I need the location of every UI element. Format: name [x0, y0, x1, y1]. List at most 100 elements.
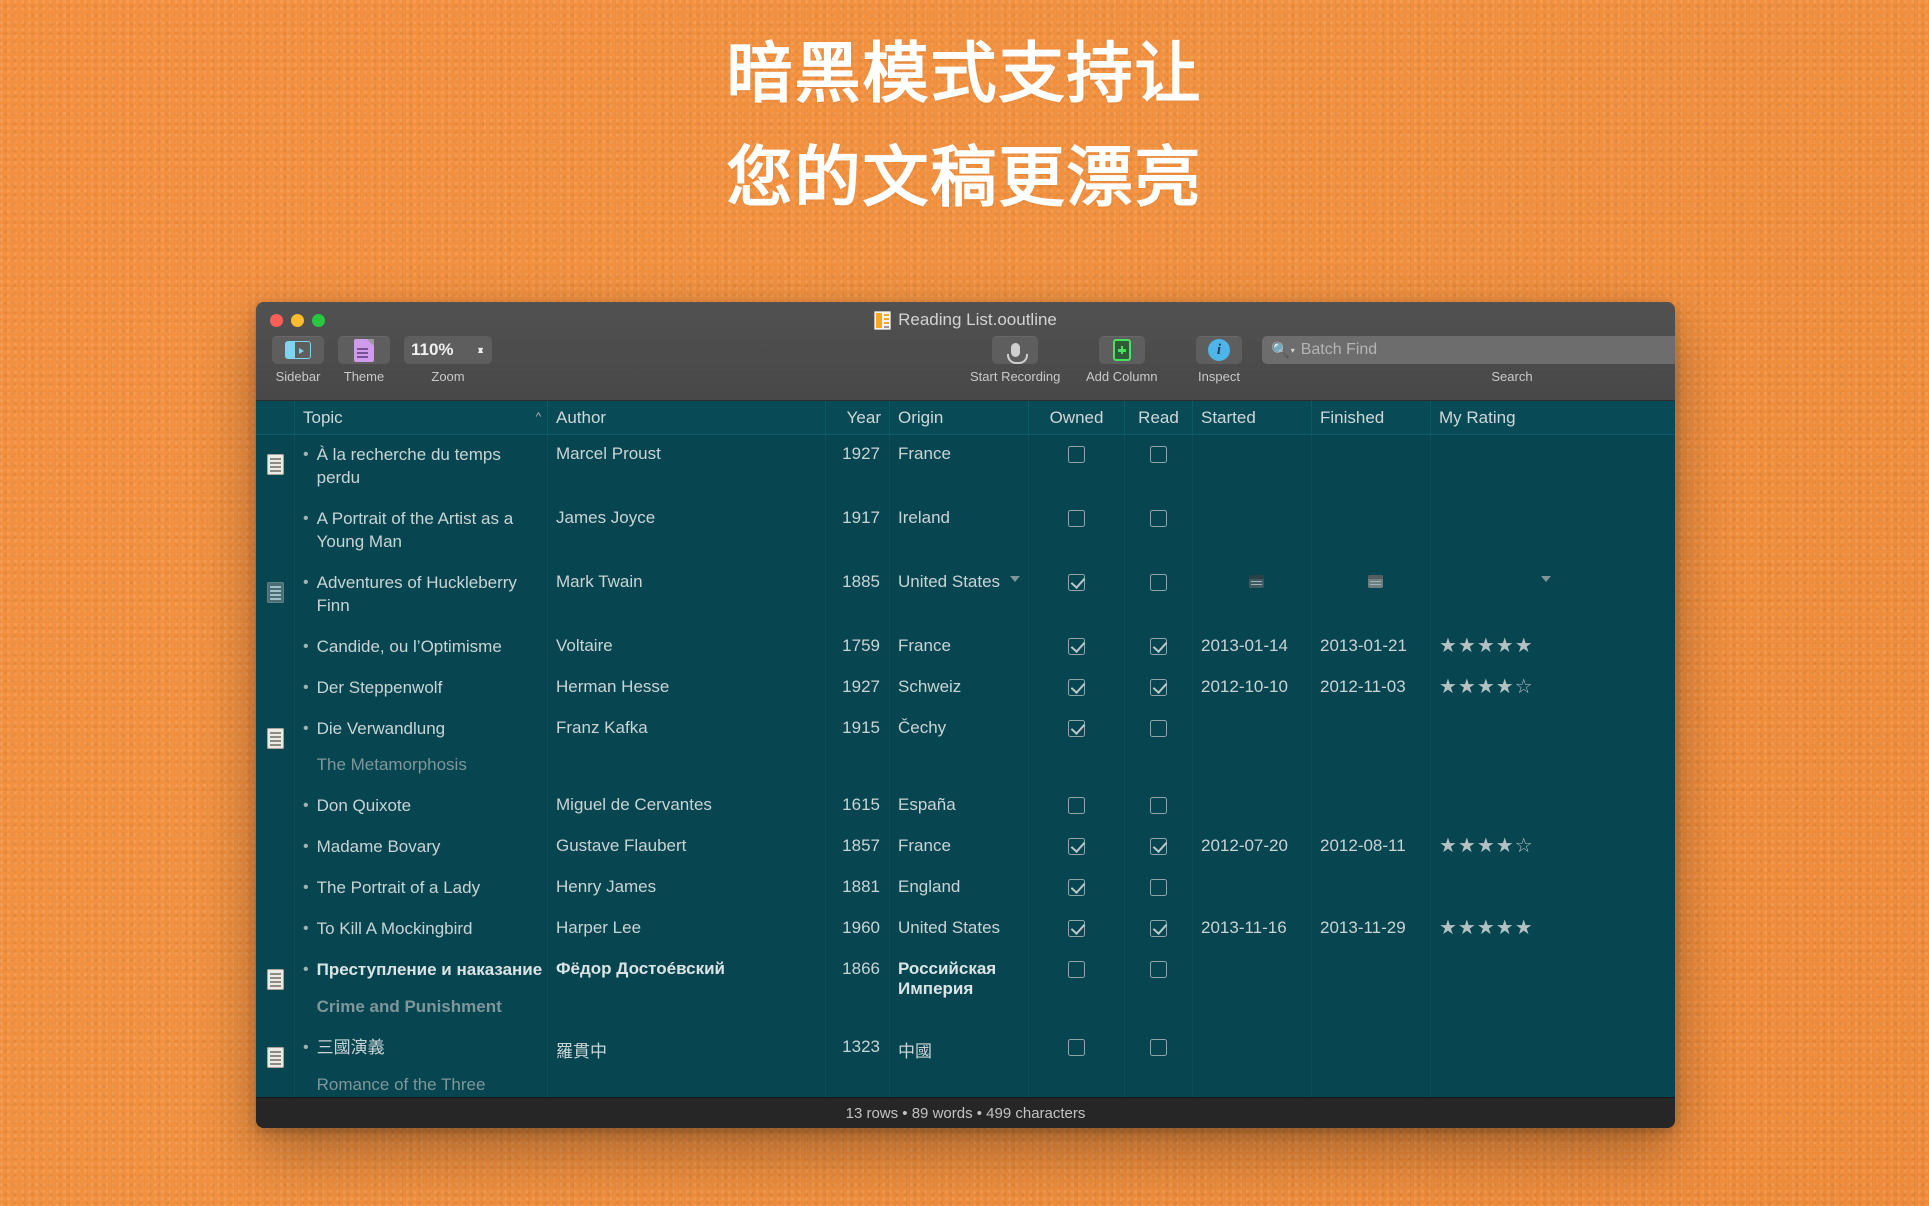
checkbox-read[interactable]	[1150, 879, 1167, 896]
toolbar-item-inspect[interactable]: i Inspect	[1196, 336, 1242, 384]
note-icon[interactable]	[267, 582, 284, 603]
cell-year[interactable]: 1759	[825, 627, 889, 668]
toolbar-item-record[interactable]: Start Recording	[970, 336, 1060, 384]
chevron-down-icon[interactable]	[1541, 576, 1551, 582]
cell-owned[interactable]	[1028, 868, 1124, 909]
note-icon[interactable]	[267, 728, 284, 749]
cell-read[interactable]	[1124, 668, 1192, 709]
search-field[interactable]: 🔍▾ Batch Find	[1262, 336, 1675, 364]
cell-origin[interactable]: France	[889, 435, 1028, 499]
cell-topic[interactable]: •三國演義Romance of the Three Kingdoms	[294, 1028, 547, 1097]
cell-topic[interactable]: •To Kill A Mockingbird	[294, 909, 547, 950]
checkbox-owned[interactable]	[1068, 638, 1085, 655]
row-gutter[interactable]	[256, 950, 294, 1028]
cell-read[interactable]	[1124, 786, 1192, 827]
cell-author[interactable]: 羅貫中	[547, 1028, 825, 1097]
cell-rating[interactable]: ★★★★☆	[1430, 827, 1559, 868]
zoom-stepper[interactable]: 110% ▲▼	[404, 336, 492, 364]
toolbar-item-zoom[interactable]: 110% ▲▼ Zoom	[404, 336, 492, 384]
cell-read[interactable]	[1124, 499, 1192, 563]
column-header-owned[interactable]: Owned	[1028, 401, 1124, 434]
row-gutter[interactable]	[256, 435, 294, 499]
cell-owned[interactable]	[1028, 563, 1124, 627]
cell-year[interactable]: 1927	[825, 435, 889, 499]
note-icon[interactable]	[267, 1047, 284, 1068]
cell-owned[interactable]	[1028, 909, 1124, 950]
cell-topic[interactable]: •Adventures of Huckleberry Finn	[294, 563, 547, 627]
column-header-rating[interactable]: My Rating	[1430, 401, 1559, 434]
table-row[interactable]: •To Kill A MockingbirdHarper Lee1960Unit…	[256, 909, 1675, 950]
cell-started[interactable]: 2013-11-16	[1192, 909, 1311, 950]
cell-finished[interactable]: 2013-01-21	[1311, 627, 1430, 668]
checkbox-owned[interactable]	[1068, 574, 1085, 591]
cell-finished[interactable]	[1311, 709, 1430, 787]
row-gutter[interactable]	[256, 1028, 294, 1097]
cell-owned[interactable]	[1028, 435, 1124, 499]
checkbox-owned[interactable]	[1068, 510, 1085, 527]
cell-origin[interactable]: Čechy	[889, 709, 1028, 787]
column-header-topic[interactable]: Topic ^	[294, 401, 547, 434]
cell-rating[interactable]	[1430, 563, 1559, 627]
cell-author[interactable]: Фёдор Достоéвский	[547, 950, 825, 1028]
cell-rating[interactable]: ★★★★★	[1430, 909, 1559, 950]
cell-origin[interactable]: Российская Империя	[889, 950, 1028, 1028]
checkbox-owned[interactable]	[1068, 961, 1085, 978]
checkbox-read[interactable]	[1150, 838, 1167, 855]
cell-rating[interactable]	[1430, 950, 1559, 1028]
table-row[interactable]: •Adventures of Huckleberry FinnMark Twai…	[256, 563, 1675, 627]
cell-topic[interactable]: •À la recherche du temps perdu	[294, 435, 547, 499]
cell-author[interactable]: Gustave Flaubert	[547, 827, 825, 868]
checkbox-owned[interactable]	[1068, 446, 1085, 463]
row-gutter[interactable]	[256, 668, 294, 709]
cell-read[interactable]	[1124, 868, 1192, 909]
cell-year[interactable]: 1615	[825, 786, 889, 827]
cell-owned[interactable]	[1028, 786, 1124, 827]
add-column-button[interactable]	[1099, 336, 1145, 364]
cell-year[interactable]: 1857	[825, 827, 889, 868]
cell-finished[interactable]: 2013-11-29	[1311, 909, 1430, 950]
row-gutter[interactable]	[256, 909, 294, 950]
cell-author[interactable]: Mark Twain	[547, 563, 825, 627]
checkbox-owned[interactable]	[1068, 720, 1085, 737]
table-row[interactable]: •Candide, ou l’OptimismeVoltaire1759Fran…	[256, 627, 1675, 668]
cell-read[interactable]	[1124, 1028, 1192, 1097]
cell-rating[interactable]	[1430, 786, 1559, 827]
cell-started[interactable]	[1192, 1028, 1311, 1097]
checkbox-read[interactable]	[1150, 638, 1167, 655]
table-row[interactable]: •A Portrait of the Artist as a Young Man…	[256, 499, 1675, 563]
cell-read[interactable]	[1124, 950, 1192, 1028]
cell-author[interactable]: Miguel de Cervantes	[547, 786, 825, 827]
cell-author[interactable]: Franz Kafka	[547, 709, 825, 787]
table-row[interactable]: •Der SteppenwolfHerman Hesse1927Schweiz2…	[256, 668, 1675, 709]
cell-origin[interactable]: España	[889, 786, 1028, 827]
row-gutter[interactable]	[256, 827, 294, 868]
cell-started[interactable]: 2012-10-10	[1192, 668, 1311, 709]
cell-started[interactable]	[1192, 499, 1311, 563]
checkbox-read[interactable]	[1150, 1039, 1167, 1056]
cell-year[interactable]: 1323	[825, 1028, 889, 1097]
theme-button[interactable]	[338, 336, 390, 364]
cell-year[interactable]: 1915	[825, 709, 889, 787]
cell-topic[interactable]: •Преступление и наказаниеCrime and Punis…	[294, 950, 547, 1028]
column-header-read[interactable]: Read	[1124, 401, 1192, 434]
cell-topic[interactable]: •Candide, ou l’Optimisme	[294, 627, 547, 668]
cell-finished[interactable]	[1311, 499, 1430, 563]
cell-year[interactable]: 1960	[825, 909, 889, 950]
cell-finished[interactable]	[1311, 1028, 1430, 1097]
cell-read[interactable]	[1124, 563, 1192, 627]
chevron-down-icon[interactable]	[1010, 576, 1020, 582]
checkbox-read[interactable]	[1150, 446, 1167, 463]
cell-year[interactable]: 1917	[825, 499, 889, 563]
row-gutter[interactable]	[256, 709, 294, 787]
checkbox-read[interactable]	[1150, 797, 1167, 814]
cell-finished[interactable]: 2012-11-03	[1311, 668, 1430, 709]
cell-rating[interactable]	[1430, 1028, 1559, 1097]
table-row[interactable]: •À la recherche du temps perduMarcel Pro…	[256, 435, 1675, 499]
cell-started[interactable]	[1192, 435, 1311, 499]
checkbox-owned[interactable]	[1068, 838, 1085, 855]
cell-started[interactable]	[1192, 868, 1311, 909]
toolbar-item-add-column[interactable]: Add Column	[1086, 336, 1158, 384]
checkbox-read[interactable]	[1150, 920, 1167, 937]
checkbox-owned[interactable]	[1068, 797, 1085, 814]
cell-finished[interactable]	[1311, 868, 1430, 909]
